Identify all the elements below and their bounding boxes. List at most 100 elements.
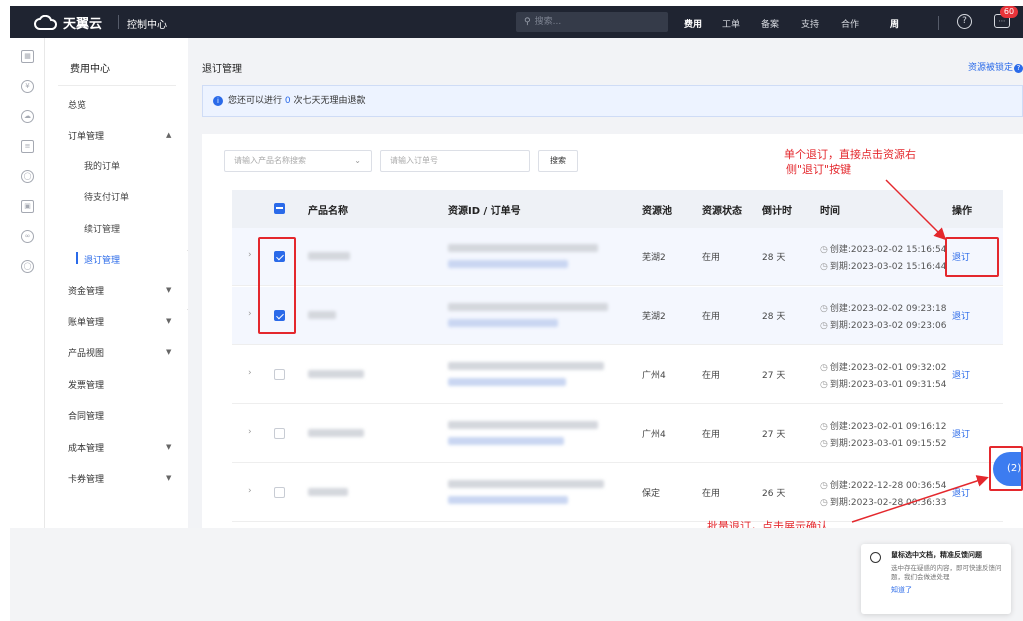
- scan-icon[interactable]: ▣: [21, 200, 34, 213]
- created-time: 创建:2022-12-28 00:36:54: [829, 481, 947, 491]
- table-row: › 芜湖2 在用 28 天 ◷ 创建:2023-02-02 09:23:18 ◷ 到…: [232, 287, 1003, 345]
- feedback-icon: [870, 552, 881, 563]
- blurred-order-number[interactable]: [448, 260, 568, 268]
- cell-countdown: 26 天: [762, 489, 786, 499]
- tip-title: 鼠标选中文档，精准反馈问题: [891, 551, 982, 559]
- cloud-link-icon[interactable]: ∞: [21, 230, 34, 243]
- clock-icon: ◷: [820, 481, 828, 491]
- menu-item-cost[interactable]: 成本管理: [68, 441, 104, 454]
- topnav-tickets[interactable]: 工单: [722, 17, 740, 30]
- topnav-user[interactable]: 周: [890, 17, 899, 30]
- expand-chevron-icon[interactable]: ›: [248, 486, 252, 496]
- divider: [58, 85, 176, 86]
- row-checkbox[interactable]: [274, 428, 285, 439]
- cell-created: ◷ 创建:2023-02-01 09:32:02: [820, 360, 946, 373]
- console-link[interactable]: 控制中心: [127, 16, 167, 31]
- topnav-support[interactable]: 支持: [801, 17, 819, 30]
- expand-chevron-icon[interactable]: ›: [248, 309, 252, 319]
- cloud-icon[interactable]: ☁: [21, 110, 34, 123]
- chevron-down-icon[interactable]: ▼: [166, 317, 171, 325]
- cell-status: 在用: [702, 253, 721, 263]
- message-count-badge: 60: [1000, 6, 1018, 18]
- cell-countdown: 27 天: [762, 430, 786, 440]
- help-icon[interactable]: ?: [957, 14, 972, 29]
- cell-created: ◷ 创建:2023-02-02 09:23:18: [820, 301, 946, 314]
- menu-item-contract[interactable]: 合同管理: [68, 409, 104, 422]
- unsubscribe-link[interactable]: 退订: [952, 486, 970, 499]
- expand-chevron-icon[interactable]: ›: [248, 250, 252, 260]
- unsubscribe-link[interactable]: 退订: [952, 368, 970, 381]
- shield-icon[interactable]: ◯: [21, 260, 34, 273]
- database-icon[interactable]: ◯: [21, 170, 34, 183]
- clock-icon: ◷: [820, 380, 828, 390]
- product-name-select[interactable]: 请输入产品名称搜索 ⌄: [224, 150, 372, 172]
- topnav-partner[interactable]: 合作: [841, 17, 859, 30]
- unsubscribe-link[interactable]: 退订: [952, 309, 970, 322]
- menu-item-funds[interactable]: 资金管理: [68, 284, 104, 297]
- network-icon[interactable]: ≡: [21, 140, 34, 153]
- menu-item-product-view[interactable]: 产品视图: [68, 346, 104, 359]
- menu-item-renew[interactable]: 续订管理: [84, 222, 120, 235]
- blurred-product-name: [308, 252, 350, 260]
- cell-status: 在用: [702, 371, 721, 381]
- created-time: 创建:2023-02-02 15:16:54: [829, 245, 947, 255]
- topnav-fees[interactable]: 费用: [684, 17, 702, 30]
- menu-item-my-orders[interactable]: 我的订单: [84, 159, 120, 172]
- unsubscribe-link[interactable]: 退订: [952, 427, 970, 440]
- top-search-input[interactable]: ⚲ 搜索...: [516, 12, 668, 32]
- header-pool: 资源池: [642, 206, 672, 217]
- icon-rail: ▦ ¥ ☁ ≡ ◯ ▣ ∞ ◯: [10, 38, 45, 528]
- resource-locked-link[interactable]: 资源被锁定?: [968, 60, 1023, 73]
- blurred-resource-id: [448, 480, 604, 488]
- menu-item-coupon[interactable]: 卡券管理: [68, 472, 104, 485]
- coin-icon[interactable]: ¥: [21, 80, 34, 93]
- chevron-down-icon[interactable]: ▼: [166, 443, 171, 451]
- blurred-order-number[interactable]: [448, 437, 564, 445]
- row-checkbox[interactable]: [274, 487, 285, 498]
- expire-time: 到期:2023-02-28 00:36:33: [829, 498, 947, 508]
- cell-countdown: 28 天: [762, 312, 786, 322]
- select-all-checkbox[interactable]: [274, 203, 285, 214]
- topnav-filing[interactable]: 备案: [761, 17, 779, 30]
- chevron-down-icon[interactable]: ▼: [166, 348, 171, 356]
- chevron-up-icon[interactable]: ▲: [166, 131, 171, 139]
- expire-time: 到期:2023-03-02 15:16:44: [829, 262, 947, 272]
- search-button[interactable]: 搜索: [538, 150, 578, 172]
- brand-name: 天翼云: [63, 17, 103, 32]
- menu-item-overview[interactable]: 总览: [68, 98, 86, 111]
- brand-logo[interactable]: 天翼云: [34, 13, 102, 32]
- expand-chevron-icon[interactable]: ›: [248, 368, 252, 378]
- clock-icon: ◷: [820, 245, 828, 255]
- chevron-down-icon[interactable]: ▼: [166, 286, 171, 294]
- menu-item-bills[interactable]: 账单管理: [68, 315, 104, 328]
- blurred-product-name: [308, 370, 364, 378]
- cell-status: 在用: [702, 489, 721, 499]
- feedback-tip-card: 鼠标选中文档，精准反馈问题 选中存在疑惑的内容，即可快速反馈问题，我们会做进处理…: [861, 544, 1011, 614]
- order-number-input[interactable]: 请输入订单号: [380, 150, 530, 172]
- expand-chevron-icon[interactable]: ›: [248, 427, 252, 437]
- annotation-single: 单个退订，直接点击资源右 侧"退订"按键: [784, 147, 916, 177]
- row-checkbox[interactable]: [274, 369, 285, 380]
- tip-dismiss-link[interactable]: 知道了: [891, 585, 1003, 595]
- cell-pool: 广州4: [642, 371, 666, 381]
- menu-item-orders[interactable]: 订单管理: [68, 129, 104, 142]
- header-status: 资源状态: [702, 206, 742, 217]
- table-row: › 芜湖2 在用 28 天 ◷ 创建:2023-02-02 15:16:54 ◷ 到…: [232, 228, 1003, 286]
- menu-item-invoice[interactable]: 发票管理: [68, 378, 104, 391]
- menu-item-unsubscribe[interactable]: 退订管理: [84, 253, 120, 266]
- cloud-logo-icon: [34, 14, 58, 30]
- menu-title: 费用中心: [70, 64, 110, 75]
- table-row: › 广州4 在用 27 天 ◷ 创建:2023-02-01 09:32:02 ◷ 到…: [232, 346, 1003, 404]
- cell-created: ◷ 创建:2022-12-28 00:36:54: [820, 478, 946, 491]
- chevron-down-icon[interactable]: ▼: [166, 474, 171, 482]
- annotation-single-line1: 单个退订，直接点击资源右: [784, 148, 916, 161]
- grid-icon[interactable]: ▦: [21, 50, 34, 63]
- blurred-order-number[interactable]: [448, 378, 566, 386]
- clock-icon: ◷: [820, 498, 828, 508]
- clock-icon: ◷: [820, 321, 828, 331]
- blurred-order-number[interactable]: [448, 319, 558, 327]
- blurred-order-number[interactable]: [448, 496, 568, 504]
- cell-status: 在用: [702, 430, 721, 440]
- blurred-resource-id: [448, 421, 598, 429]
- menu-item-pending-orders[interactable]: 待支付订单: [84, 190, 129, 203]
